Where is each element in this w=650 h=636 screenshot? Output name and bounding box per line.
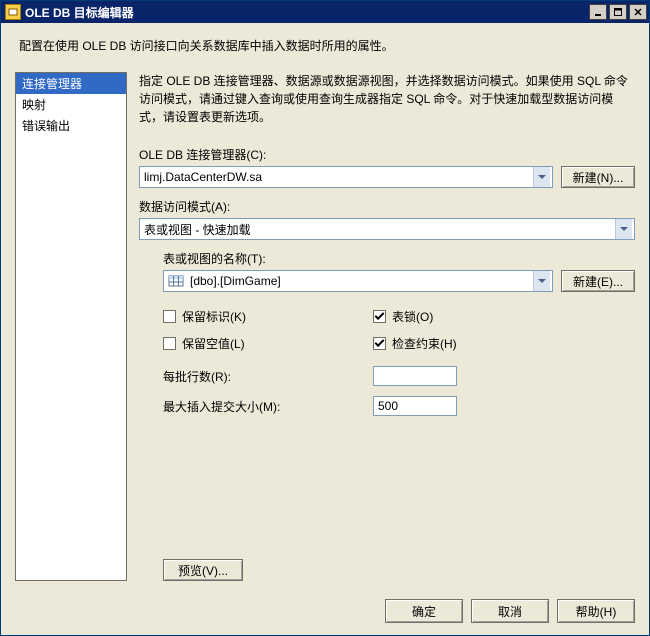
table-icon (168, 273, 184, 289)
window-title: OLE DB 目标编辑器 (25, 4, 589, 21)
max-commit-input[interactable]: 500 (373, 396, 457, 416)
app-icon (5, 4, 21, 20)
check-constraints-checkbox[interactable] (373, 337, 386, 350)
chevron-down-icon (533, 167, 550, 187)
rows-per-batch-input[interactable] (373, 366, 457, 386)
sidebar-item-mapping[interactable]: 映射 (16, 94, 126, 115)
minimize-button[interactable] (589, 4, 607, 20)
instruction-text: 指定 OLE DB 连接管理器、数据源或数据源视图，并选择数据访问模式。如果使用… (139, 72, 635, 126)
dialog-window: OLE DB 目标编辑器 配置在使用 OLE DB 访问接口向关系数据库中插入数… (0, 0, 650, 636)
max-commit-label: 最大插入提交大小(M): (163, 398, 373, 415)
content-pane: 指定 OLE DB 连接管理器、数据源或数据源视图，并选择数据访问模式。如果使用… (139, 72, 635, 581)
sidebar[interactable]: 连接管理器 映射 错误输出 (15, 72, 127, 581)
table-lock-label: 表锁(O) (392, 308, 433, 325)
sidebar-item-error-output[interactable]: 错误输出 (16, 115, 126, 136)
connection-label: OLE DB 连接管理器(C): (139, 146, 635, 163)
chevron-down-icon (615, 219, 632, 239)
dialog-footer: 确定 取消 帮助(H) (1, 589, 649, 635)
keep-identity-checkbox[interactable] (163, 310, 176, 323)
access-mode-label: 数据访问模式(A): (139, 198, 635, 215)
connection-dropdown[interactable]: limj.DataCenterDW.sa (139, 166, 553, 188)
table-name-dropdown[interactable]: [dbo].[DimGame] (163, 270, 553, 292)
access-mode-value: 表或视图 - 快速加载 (144, 221, 615, 238)
chevron-down-icon (533, 271, 550, 291)
dialog-description: 配置在使用 OLE DB 访问接口向关系数据库中插入数据时所用的属性。 (15, 37, 635, 54)
table-lock-checkbox[interactable] (373, 310, 386, 323)
preview-button[interactable]: 预览(V)... (163, 559, 243, 581)
help-button[interactable]: 帮助(H) (557, 599, 635, 623)
sidebar-item-connection[interactable]: 连接管理器 (16, 73, 126, 94)
table-name-value: [dbo].[DimGame] (190, 274, 533, 288)
table-name-label: 表或视图的名称(T): (163, 250, 635, 267)
maximize-button[interactable] (609, 4, 627, 20)
keep-nulls-label: 保留空值(L) (182, 335, 245, 352)
access-mode-dropdown[interactable]: 表或视图 - 快速加载 (139, 218, 635, 240)
keep-nulls-checkbox[interactable] (163, 337, 176, 350)
new-connection-button[interactable]: 新建(N)... (561, 166, 635, 188)
rows-per-batch-label: 每批行数(R): (163, 368, 373, 385)
titlebar: OLE DB 目标编辑器 (1, 1, 649, 23)
close-button[interactable] (629, 4, 647, 20)
new-table-button[interactable]: 新建(E)... (561, 270, 635, 292)
keep-identity-label: 保留标识(K) (182, 308, 246, 325)
ok-button[interactable]: 确定 (385, 599, 463, 623)
cancel-button[interactable]: 取消 (471, 599, 549, 623)
connection-value: limj.DataCenterDW.sa (144, 170, 533, 184)
check-constraints-label: 检查约束(H) (392, 335, 457, 352)
